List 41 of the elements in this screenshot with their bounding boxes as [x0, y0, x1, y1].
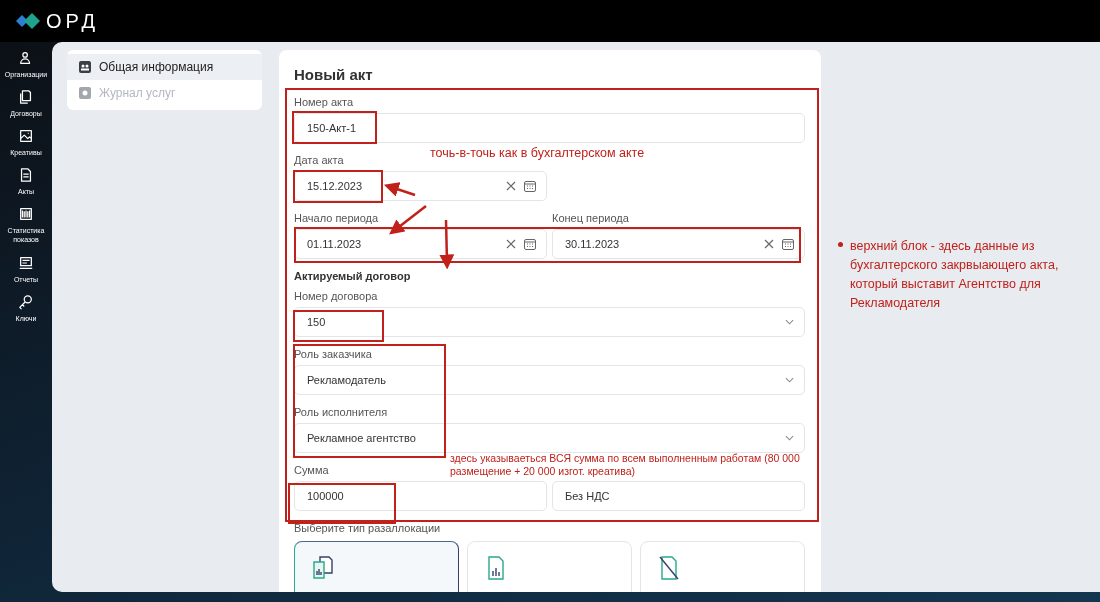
- calendar-icon[interactable]: [782, 238, 794, 250]
- clear-icon[interactable]: [506, 181, 516, 191]
- calendar-icon[interactable]: [524, 238, 536, 250]
- report-icon: [18, 254, 34, 271]
- key-icon: [18, 293, 34, 310]
- documents-icon: [18, 89, 34, 106]
- document-icon: [18, 167, 34, 184]
- field-label: Номер договора: [294, 290, 378, 303]
- clear-icon[interactable]: [764, 239, 774, 249]
- annotation-note: верхний блок - здесь данные из бухгалтерского закрвыающего акта, который выставит Агентство для Рекламодателя: [849, 238, 1060, 312]
- field-label: Выберите тип разаллокации: [294, 522, 441, 535]
- section-heading: Актируемый договор: [294, 270, 412, 282]
- annotation-note: здесь указываеться ВСЯ сумма по всем выполненным работам (80 000 размещение + 20 000 изгот. креатива): [450, 452, 801, 477]
- annotation-note: точь-в-точь как в бухгалтерском акте: [430, 146, 645, 160]
- bullet-icon: [838, 242, 843, 247]
- annotation-arrow: [383, 182, 416, 197]
- section-tab[interactable]: Общая информация: [67, 54, 262, 80]
- clear-icon[interactable]: [506, 239, 516, 249]
- allocation-option-card[interactable]: [294, 541, 459, 592]
- input-field[interactable]: 150-Акт-1: [294, 113, 805, 143]
- chevron-down-icon: [785, 319, 794, 325]
- field-label: Конец периода: [552, 212, 629, 225]
- chevron-down-icon: [785, 377, 794, 383]
- logo-text: ОРД: [46, 9, 100, 33]
- field-label: Номер акта: [294, 96, 353, 109]
- annotation-arrow: [389, 205, 427, 235]
- bar-chart-icon: [18, 206, 34, 223]
- date-field[interactable]: 30.11.2023: [552, 229, 805, 259]
- field-label: Роль заказчика: [294, 348, 372, 361]
- field-label: Роль исполнителя: [294, 406, 388, 419]
- input-field[interactable]: 100000: [294, 481, 547, 511]
- annotation-arrow: [439, 219, 455, 270]
- input-field[interactable]: Без НДС: [552, 481, 805, 511]
- chevron-down-icon: [785, 435, 794, 441]
- field-label: Сумма: [294, 464, 329, 477]
- form-title: Новый акт: [294, 66, 374, 83]
- image-icon: [18, 128, 34, 145]
- calendar-icon[interactable]: [524, 180, 536, 192]
- people-icon: [79, 61, 91, 73]
- field-label: Дата акта: [294, 154, 344, 167]
- field-label: Начало периода: [294, 212, 379, 225]
